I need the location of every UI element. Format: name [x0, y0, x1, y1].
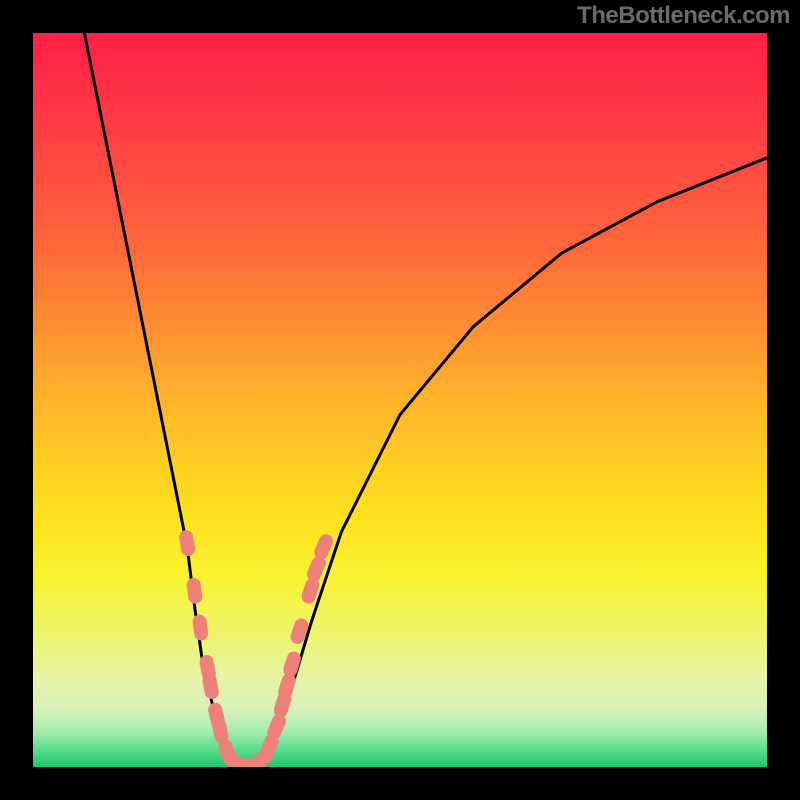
chart-svg — [33, 33, 767, 767]
gradient-background — [33, 33, 767, 767]
watermark-text: TheBottleneck.com — [577, 2, 790, 30]
chart-stage: TheBottleneck.com — [0, 0, 800, 800]
plot-area — [33, 33, 767, 767]
